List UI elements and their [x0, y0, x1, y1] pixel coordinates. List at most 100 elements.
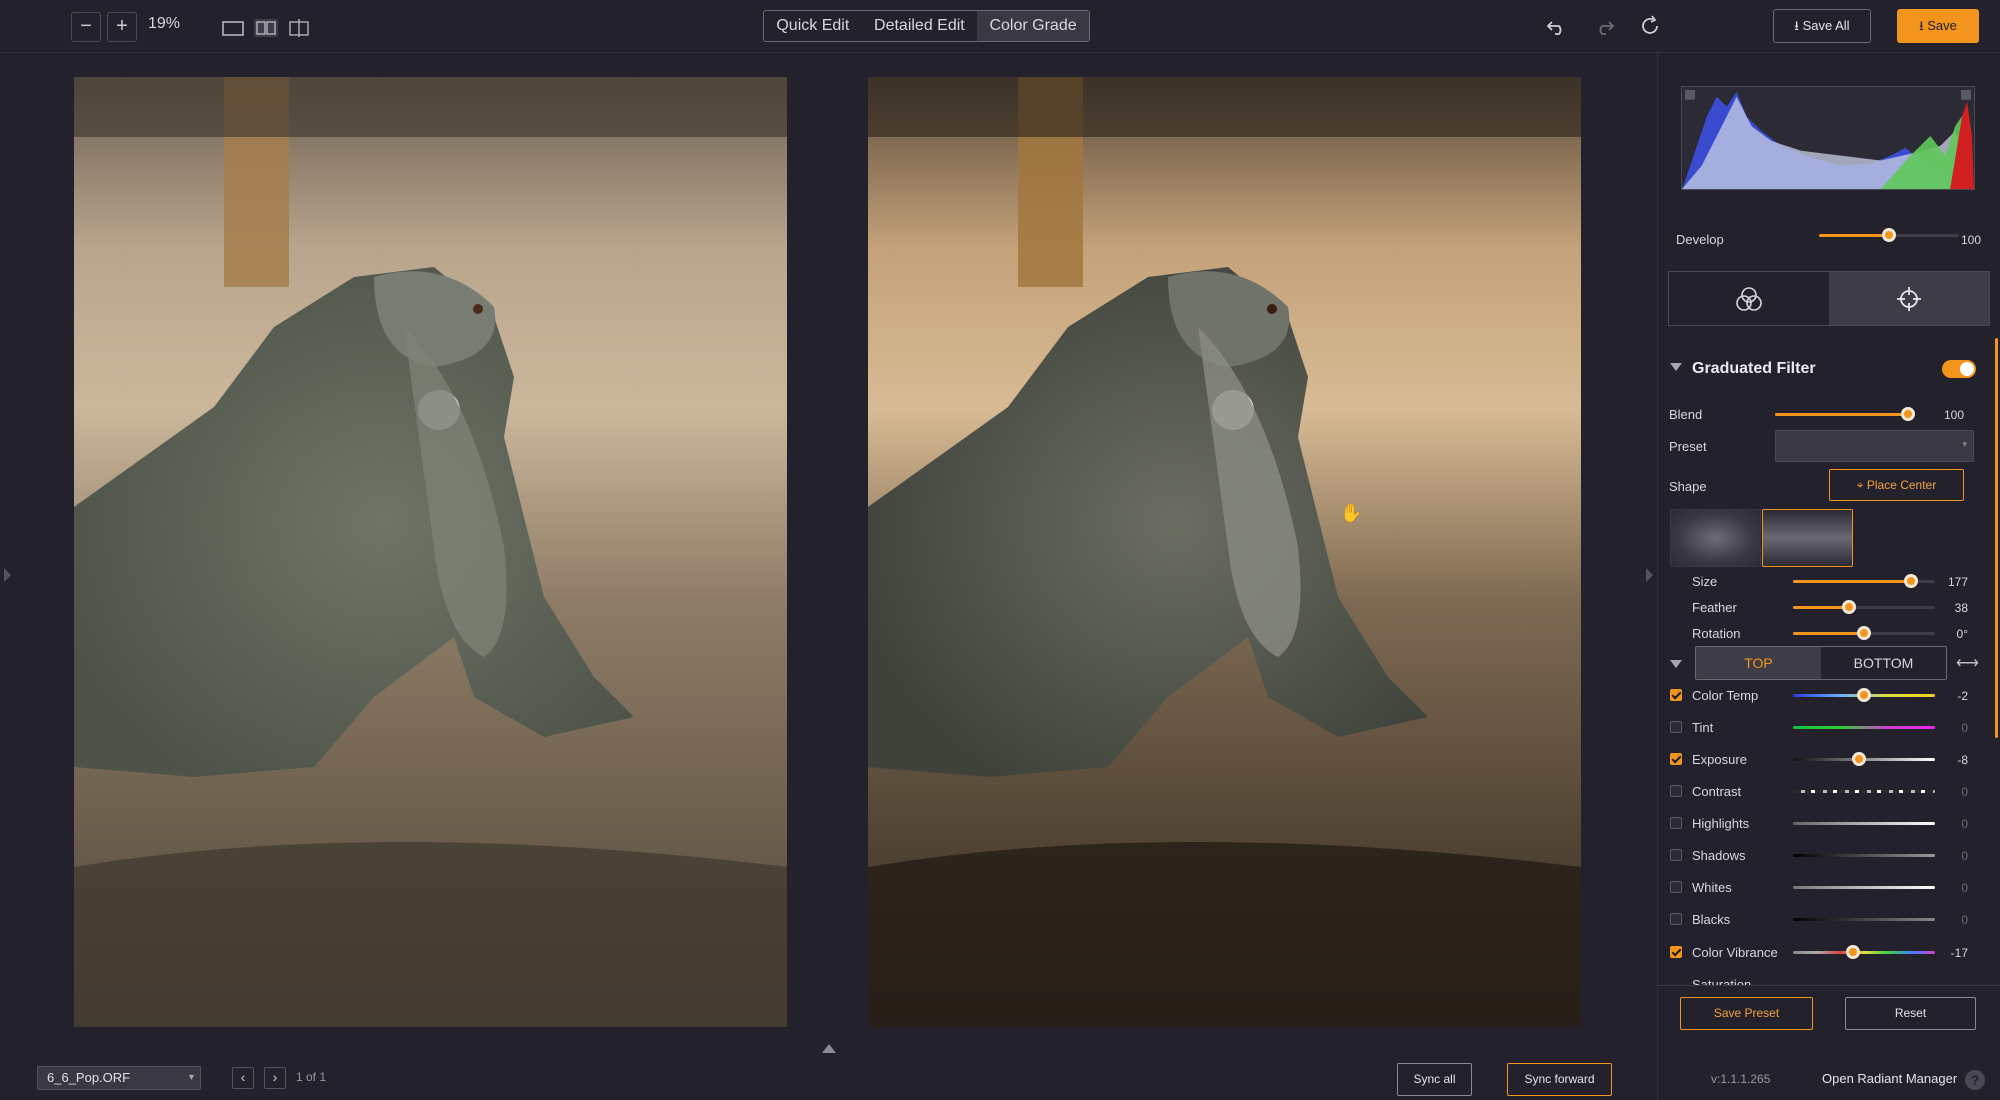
size-slider-knob[interactable]	[1904, 574, 1918, 588]
feather-slider[interactable]	[1793, 597, 1935, 617]
whites-checkbox[interactable]	[1670, 881, 1682, 893]
exposure-slider[interactable]	[1793, 749, 1935, 769]
save-label: Save	[1927, 18, 1957, 33]
swap-icon[interactable]: ⟷	[1956, 653, 1979, 673]
whites-value: 0	[1961, 881, 1968, 895]
tab-top[interactable]: TOP	[1696, 647, 1821, 679]
reset-button[interactable]: Reset	[1845, 997, 1976, 1030]
left-panel-toggle-icon[interactable]	[4, 568, 11, 582]
collapse-adjustments-icon[interactable]	[1670, 660, 1682, 668]
tab-local-adjust[interactable]	[1829, 272, 1989, 325]
reset-history-icon[interactable]	[1638, 14, 1662, 38]
blacks-checkbox[interactable]	[1670, 913, 1682, 925]
develop-label: Develop	[1676, 232, 1724, 247]
color-temp-slider[interactable]	[1793, 685, 1935, 705]
exposure-checkbox[interactable]	[1670, 753, 1682, 765]
tab-color[interactable]	[1669, 272, 1829, 325]
sync-all-button[interactable]: Sync all	[1397, 1063, 1472, 1096]
tab-bottom[interactable]: BOTTOM	[1821, 647, 1946, 679]
blend-value: 100	[1943, 408, 1964, 422]
tool-tabs	[1668, 271, 1990, 326]
shape-linear-option[interactable]	[1762, 509, 1853, 567]
after-image	[868, 77, 1581, 1027]
feather-value: 38	[1954, 601, 1968, 615]
filmstrip-toggle-icon[interactable]	[822, 1044, 836, 1053]
shadows-checkbox[interactable]	[1670, 849, 1682, 861]
single-view-icon[interactable]	[221, 19, 245, 37]
feather-slider-knob[interactable]	[1842, 600, 1856, 614]
split-view-icon[interactable]	[254, 19, 278, 37]
tab-quick-edit[interactable]: Quick Edit	[764, 11, 862, 41]
shadows-slider[interactable]	[1793, 854, 1935, 857]
color-vibrance-checkbox[interactable]	[1670, 946, 1682, 958]
contrast-checkbox[interactable]	[1670, 785, 1682, 797]
histogram	[1681, 86, 1975, 190]
undo-icon[interactable]	[1545, 14, 1569, 38]
size-value: 177	[1947, 575, 1968, 589]
preset-select[interactable]	[1775, 430, 1974, 462]
redo-icon[interactable]	[1592, 14, 1616, 38]
blend-slider-knob[interactable]	[1901, 407, 1915, 421]
tab-color-grade[interactable]: Color Grade	[977, 11, 1089, 41]
zoom-in-button[interactable]: +	[107, 12, 137, 42]
saturation-row-partial: Saturation	[1660, 976, 1980, 985]
highlights-checkbox[interactable]	[1670, 817, 1682, 829]
prev-image-button[interactable]: ‹	[232, 1067, 254, 1089]
saturation-label: Saturation	[1692, 977, 1752, 985]
save-button[interactable]: ⭳ Save	[1897, 9, 1979, 43]
color-circles-icon	[1736, 286, 1762, 311]
zoom-out-button[interactable]: −	[71, 12, 101, 42]
shadows-label: Shadows	[1692, 848, 1746, 863]
shape-label: Shape	[1669, 479, 1707, 494]
edit-mode-switcher: Quick Edit Detailed Edit Color Grade	[763, 10, 1090, 42]
tint-checkbox[interactable]	[1670, 721, 1682, 733]
rotation-slider[interactable]	[1793, 623, 1935, 643]
whites-slider[interactable]	[1793, 886, 1935, 889]
rotation-slider-knob[interactable]	[1857, 626, 1871, 640]
tab-detailed-edit[interactable]: Detailed Edit	[862, 11, 977, 41]
open-manager-link[interactable]: Open Radiant Manager	[1822, 1071, 1957, 1086]
develop-slider-knob[interactable]	[1882, 228, 1896, 242]
crop-view-icon[interactable]	[287, 19, 311, 37]
place-center-button[interactable]: ⌖ Place Center	[1829, 469, 1964, 501]
develop-slider[interactable]	[1819, 225, 1959, 245]
next-image-button[interactable]: ›	[264, 1067, 286, 1089]
right-panel-toggle-icon[interactable]	[1646, 568, 1653, 582]
collapse-section-icon[interactable]	[1670, 363, 1682, 371]
tint-label: Tint	[1692, 720, 1714, 735]
save-all-button[interactable]: ⭳ Save All	[1773, 9, 1871, 43]
help-icon[interactable]: ?	[1965, 1070, 1985, 1090]
blend-slider[interactable]	[1775, 404, 1915, 424]
save-preset-button[interactable]: Save Preset	[1680, 997, 1813, 1030]
exposure-slider-knob[interactable]	[1852, 752, 1866, 766]
develop-value: 100	[1960, 233, 1981, 247]
size-slider[interactable]	[1793, 571, 1935, 591]
highlights-label: Highlights	[1692, 816, 1750, 831]
color-vibrance-slider-knob[interactable]	[1846, 945, 1860, 959]
sync-forward-button[interactable]: Sync forward	[1507, 1063, 1612, 1096]
color-temp-slider-knob[interactable]	[1857, 688, 1871, 702]
graduated-filter-toggle[interactable]	[1942, 360, 1976, 378]
highlights-slider[interactable]	[1793, 822, 1935, 825]
tint-value: 0	[1961, 721, 1968, 735]
exposure-value: -8	[1957, 753, 1968, 767]
color-temp-checkbox[interactable]	[1670, 689, 1682, 701]
blacks-label: Blacks	[1692, 912, 1731, 927]
contrast-slider[interactable]	[1793, 790, 1935, 793]
file-select[interactable]: 6_6_Pop.ORF	[37, 1066, 201, 1090]
image-canvas[interactable]: ✋	[0, 53, 1657, 1057]
before-image	[74, 77, 787, 1027]
contrast-value: 0	[1961, 785, 1968, 799]
download-icon: ⭳	[1794, 18, 1803, 33]
contrast-label: Contrast	[1692, 784, 1742, 799]
color-vibrance-slider[interactable]	[1793, 942, 1935, 962]
blacks-slider[interactable]	[1793, 918, 1935, 921]
tint-slider[interactable]	[1793, 726, 1935, 729]
version-text: v:1.1.1.265	[1711, 1072, 1771, 1086]
color-temp-label: Color Temp	[1692, 688, 1759, 703]
panel-scrollbar[interactable]	[1995, 338, 1998, 738]
place-center-label: Place Center	[1866, 478, 1937, 492]
save-all-label: Save All	[1802, 18, 1850, 33]
blacks-value: 0	[1961, 913, 1968, 927]
shape-radial-option[interactable]	[1670, 509, 1761, 567]
